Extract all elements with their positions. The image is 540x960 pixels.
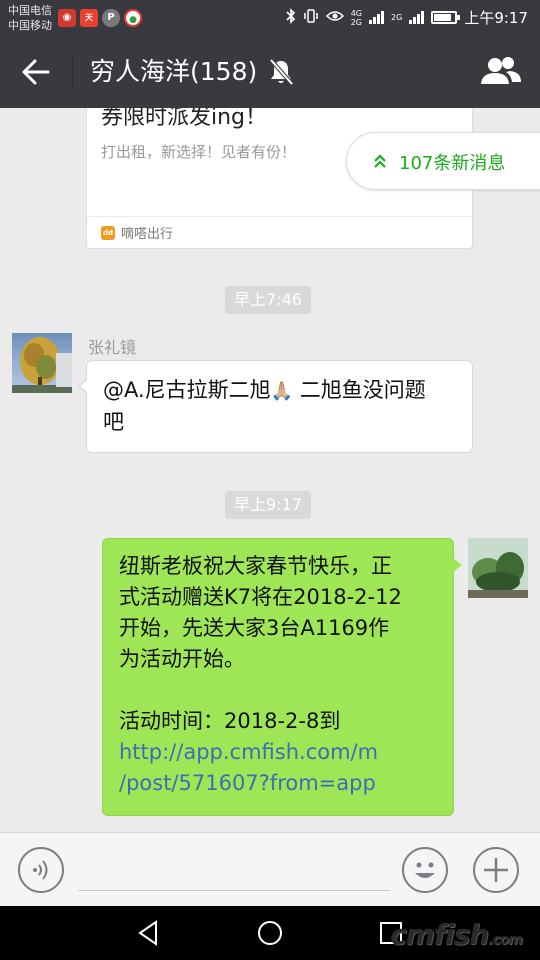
new-messages-label: 107条新消息: [399, 153, 506, 174]
message-line: 活动时间：2018-2-8到: [119, 709, 341, 733]
carrier-1: 中国电信: [8, 4, 52, 17]
system-nav-bar: cmfish.com: [0, 906, 540, 960]
praying-hands-icon: 🙏🏼: [270, 381, 294, 402]
arrow-left-icon: [22, 59, 50, 85]
voice-input-button[interactable]: [18, 847, 64, 893]
message-link[interactable]: /post/571607?from=app: [119, 768, 441, 799]
status-time: 上午9:17: [464, 9, 528, 27]
parking-app-icon: P: [102, 9, 120, 27]
avatar-sender[interactable]: [12, 333, 72, 393]
triangle-back-icon: [138, 920, 157, 946]
message-line: @A.尼古拉斯二旭🙏🏼 二旭鱼没问题: [103, 378, 426, 402]
shopping-app-icon: 天: [80, 9, 98, 27]
timestamp-2: 早上9:17: [225, 491, 311, 519]
input-bar: [0, 832, 540, 906]
aquarium-photo-avatar: [468, 538, 528, 598]
browser-app-icon: ●: [124, 9, 142, 27]
message-line: 纽斯老板祝大家春节快乐，正: [119, 554, 392, 578]
chat-header: 穷人海洋(158): [0, 36, 540, 108]
message-link[interactable]: http://app.cmfish.com/m: [119, 737, 441, 768]
link-card-source: 嘀嗒出行: [121, 227, 174, 242]
sender-name: 张礼镜: [88, 338, 137, 357]
signal-strength-icon: [369, 11, 385, 24]
bluetooth-icon: [286, 7, 296, 28]
smiley-icon: [415, 862, 435, 878]
message-line: 式活动赠送K7将在2018-2-12: [119, 585, 402, 609]
message-line: 为活动开始。: [119, 647, 245, 671]
message-list[interactable]: 券限时派发ing！ 打出租，新选择！见者有份！ dd 嘀嗒出行 107条新消息 …: [0, 108, 540, 832]
people-icon: [481, 57, 521, 84]
carrier-2: 中国移动: [8, 19, 52, 32]
outgoing-message-bubble[interactable]: 纽斯老板祝大家春节快乐，正 式活动赠送K7将在2018-2-12 开始，先送大家…: [102, 538, 462, 816]
link-card-title: 券限时派发ing！: [101, 108, 268, 130]
map-app-icon: ◉: [58, 9, 76, 27]
incoming-message-bubble[interactable]: @A.尼古拉斯二旭🙏🏼 二旭鱼没问题 吧: [78, 360, 473, 453]
tree-photo-avatar: [12, 337, 72, 393]
carrier-labels: 中国电信 中国移动: [8, 3, 52, 33]
avatar-self[interactable]: [468, 538, 528, 598]
vibrate-icon: [303, 8, 319, 28]
signal-strength-icon-2: [409, 11, 425, 24]
new-messages-button[interactable]: 107条新消息: [346, 132, 540, 190]
bell-muted-icon: [268, 58, 294, 90]
message-line: 吧: [103, 410, 124, 434]
emoji-button[interactable]: [402, 847, 448, 893]
back-button[interactable]: [18, 54, 54, 90]
message-line: 开始，先送大家3台A1169作: [119, 616, 390, 640]
double-chevron-up-icon: [374, 154, 386, 168]
message-input[interactable]: [78, 851, 390, 891]
eye-comfort-icon: [325, 9, 344, 27]
timestamp-1: 早上7:46: [225, 286, 311, 314]
network-type-label: 4G 2G: [350, 8, 363, 27]
header-divider: [72, 56, 73, 88]
more-options-button[interactable]: [473, 847, 519, 893]
nav-back-button[interactable]: [134, 918, 164, 948]
circle-home-icon: [258, 921, 282, 945]
page-title: 穷人海洋(158): [90, 57, 258, 86]
system-status-icons: 4G 2G 2G 上午9:17: [286, 7, 528, 28]
watermark-logo: cmfish.com: [390, 918, 523, 951]
battery-icon: [431, 11, 461, 24]
group-members-button[interactable]: [478, 54, 524, 90]
link-card-description: 打出租，新选择！见者有份！: [101, 143, 297, 161]
app-source-icon: dd: [101, 226, 115, 240]
network-type-label-2: 2G: [391, 13, 403, 22]
link-card-footer: dd 嘀嗒出行: [87, 216, 472, 248]
notification-icons: ◉ 天 P ●: [58, 9, 142, 27]
voice-icon: [33, 860, 48, 880]
status-bar: 中国电信 中国移动 ◉ 天 P ● 4G 2G 2G 上午9:17: [0, 0, 540, 36]
nav-home-button[interactable]: [255, 918, 285, 948]
plus-icon: [484, 858, 508, 882]
